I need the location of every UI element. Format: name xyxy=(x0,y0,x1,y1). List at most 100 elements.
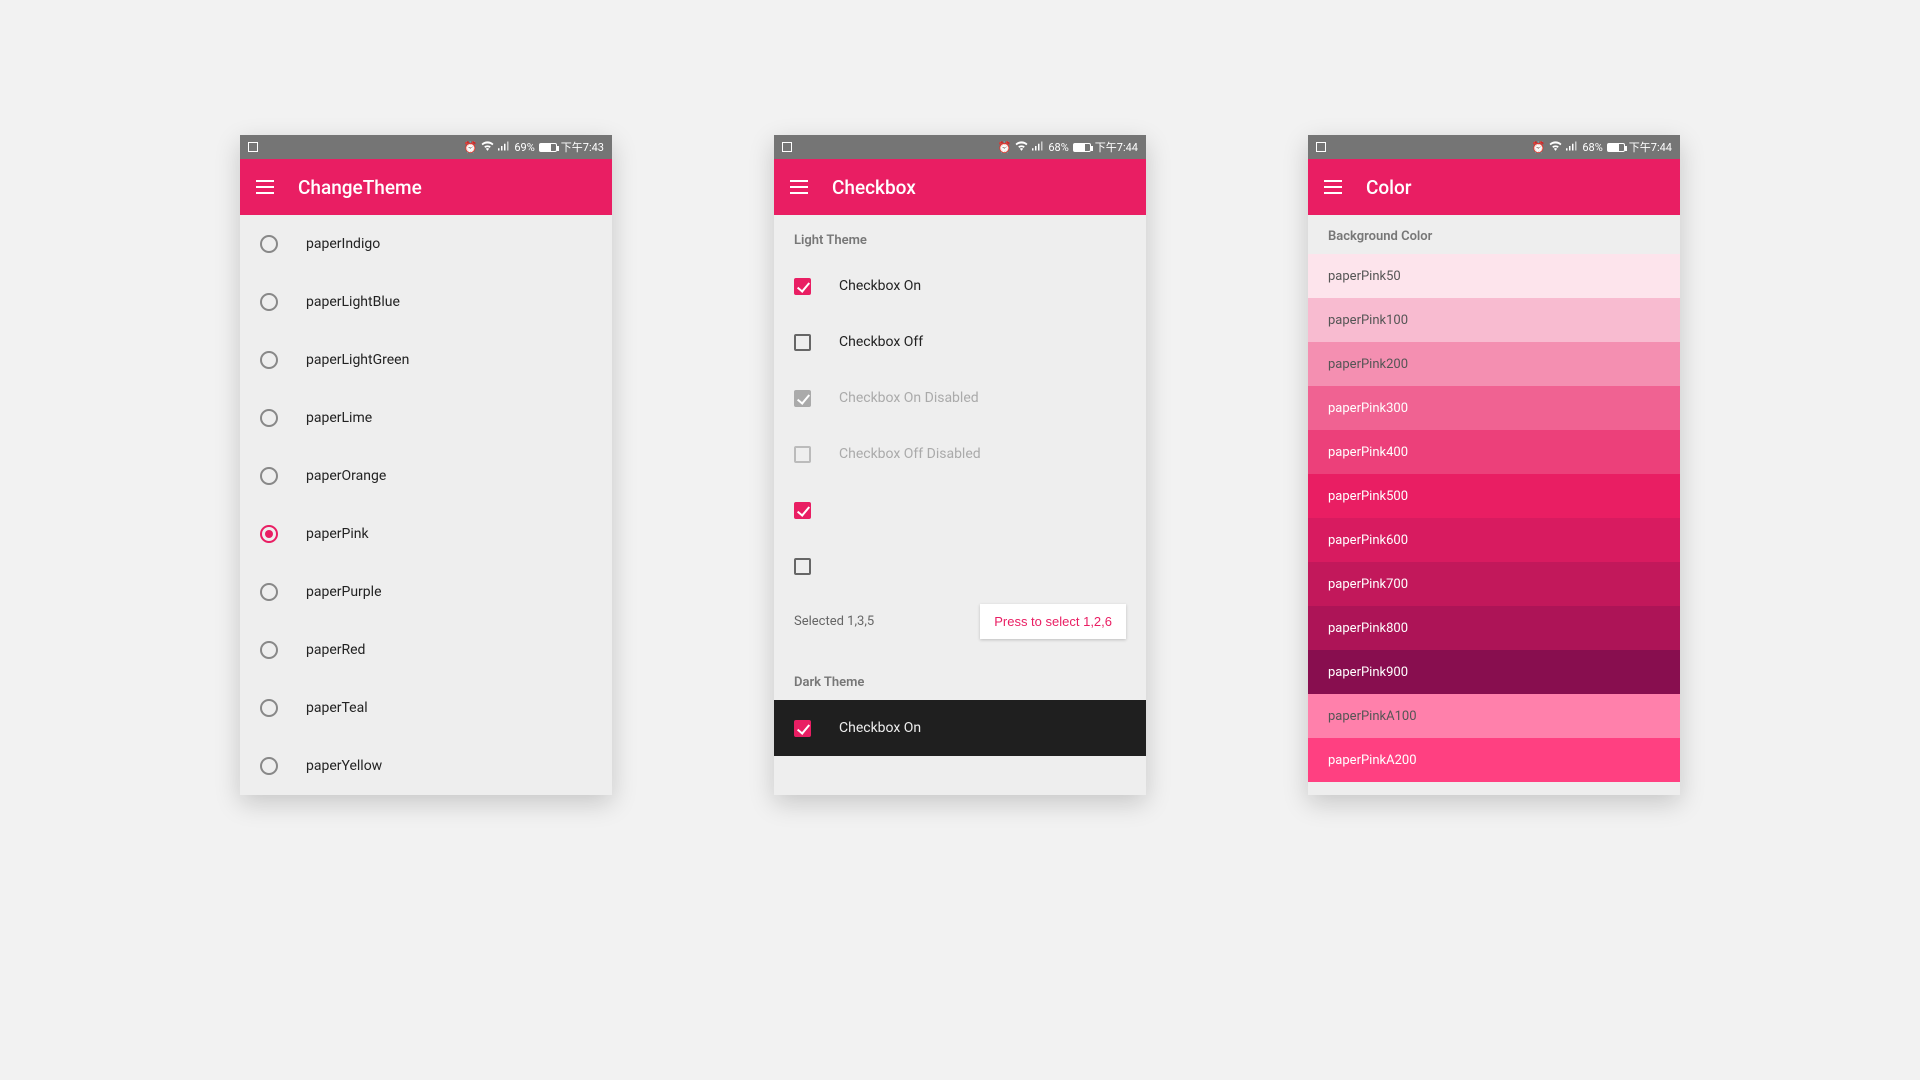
color-swatch-paperPink50[interactable]: paperPink50 xyxy=(1308,254,1680,298)
app-bar: Color xyxy=(1308,159,1680,215)
checkbox-body: Light Theme Checkbox On Checkbox Off Check… xyxy=(774,215,1146,795)
status-bar: ⏰ 68% 下午7:44 xyxy=(1308,135,1680,159)
theme-option-paperIndigo[interactable]: paperIndigo xyxy=(240,215,612,273)
status-bar: ⏰ 69% 下午7:43 xyxy=(240,135,612,159)
signal-icon xyxy=(1032,141,1044,154)
app-title: Checkbox xyxy=(832,176,916,199)
checkbox-row-4: Checkbox Off Disabled xyxy=(774,426,1146,482)
radio-icon[interactable] xyxy=(260,583,278,601)
radio-icon[interactable] xyxy=(260,641,278,659)
checkbox-label: Checkbox Off Disabled xyxy=(839,446,981,462)
app-bar: ChangeTheme xyxy=(240,159,612,215)
phone-checkbox: ⏰ 68% 下午7:44 Checkbox Light Theme Checkb… xyxy=(774,135,1146,795)
theme-option-paperOrange[interactable]: paperOrange xyxy=(240,447,612,505)
color-swatch-paperPinkA100[interactable]: paperPinkA100 xyxy=(1308,694,1680,738)
color-swatch-paperPink700[interactable]: paperPink700 xyxy=(1308,562,1680,606)
checkbox-icon[interactable] xyxy=(794,720,811,737)
checkbox-icon[interactable] xyxy=(794,334,811,351)
status-icon xyxy=(782,142,792,152)
alarm-icon: ⏰ xyxy=(1532,141,1546,154)
signal-icon xyxy=(1566,141,1578,154)
theme-option-paperTeal[interactable]: paperTeal xyxy=(240,679,612,737)
app-title: Color xyxy=(1366,176,1412,199)
wifi-icon xyxy=(1015,141,1028,154)
hamburger-icon[interactable] xyxy=(256,180,274,194)
theme-label: paperPurple xyxy=(306,584,382,600)
battery-percent: 69% xyxy=(514,141,534,154)
color-swatch-paperPink300[interactable]: paperPink300 xyxy=(1308,386,1680,430)
color-swatch-paperPinkA200[interactable]: paperPinkA200 xyxy=(1308,738,1680,782)
light-theme-header: Light Theme xyxy=(774,215,1146,258)
app-bar: Checkbox xyxy=(774,159,1146,215)
background-color-header: Background Color xyxy=(1308,215,1680,254)
radio-icon[interactable] xyxy=(260,525,278,543)
radio-icon[interactable] xyxy=(260,757,278,775)
color-body: Background Color paperPink50paperPink100… xyxy=(1308,215,1680,795)
phone-change-theme: ⏰ 69% 下午7:43 ChangeTheme paperIndigopape… xyxy=(240,135,612,795)
hamburger-icon[interactable] xyxy=(1324,180,1342,194)
color-swatch-paperPink400[interactable]: paperPink400 xyxy=(1308,430,1680,474)
dark-theme-header: Dark Theme xyxy=(774,657,1146,700)
checkbox-row-5[interactable] xyxy=(774,482,1146,538)
checkbox-icon xyxy=(794,446,811,463)
radio-icon[interactable] xyxy=(260,293,278,311)
checkbox-row-2[interactable]: Checkbox Off xyxy=(774,314,1146,370)
checkbox-icon[interactable] xyxy=(794,278,811,295)
theme-option-paperPurple[interactable]: paperPurple xyxy=(240,563,612,621)
checkbox-row-6[interactable] xyxy=(774,538,1146,594)
color-swatch-paperPink900[interactable]: paperPink900 xyxy=(1308,650,1680,694)
theme-option-paperLime[interactable]: paperLime xyxy=(240,389,612,447)
theme-option-paperRed[interactable]: paperRed xyxy=(240,621,612,679)
theme-label: paperIndigo xyxy=(306,236,380,252)
checkbox-icon xyxy=(794,390,811,407)
theme-label: paperYellow xyxy=(306,758,382,774)
checkbox-label: Checkbox On xyxy=(839,720,921,736)
checkbox-label: Checkbox On xyxy=(839,278,921,294)
wifi-icon xyxy=(1549,141,1562,154)
press-select-button[interactable]: Press to select 1,2,6 xyxy=(980,604,1126,639)
alarm-icon: ⏰ xyxy=(464,141,478,154)
phone-color: ⏰ 68% 下午7:44 Color Background Color pape… xyxy=(1308,135,1680,795)
radio-icon[interactable] xyxy=(260,351,278,369)
theme-option-paperLightBlue[interactable]: paperLightBlue xyxy=(240,273,612,331)
checkbox-row-dark[interactable]: Checkbox On xyxy=(774,700,1146,756)
color-swatch-paperPink600[interactable]: paperPink600 xyxy=(1308,518,1680,562)
radio-icon[interactable] xyxy=(260,699,278,717)
checkbox-label: Checkbox On Disabled xyxy=(839,390,979,406)
radio-icon[interactable] xyxy=(260,235,278,253)
app-title: ChangeTheme xyxy=(298,176,422,199)
theme-label: paperLime xyxy=(306,410,372,426)
color-swatch-paperPink200[interactable]: paperPink200 xyxy=(1308,342,1680,386)
theme-label: paperLightGreen xyxy=(306,352,409,368)
theme-option-paperPink[interactable]: paperPink xyxy=(240,505,612,563)
theme-label: paperLightBlue xyxy=(306,294,400,310)
alarm-icon: ⏰ xyxy=(998,141,1012,154)
theme-option-paperYellow[interactable]: paperYellow xyxy=(240,737,612,795)
theme-list: paperIndigo paperLightBlue paperLightGreen… xyxy=(240,215,612,795)
checkbox-row-1[interactable]: Checkbox On xyxy=(774,258,1146,314)
color-swatch-paperPink500[interactable]: paperPink500 xyxy=(1308,474,1680,518)
battery-percent: 68% xyxy=(1582,141,1602,154)
status-time: 下午7:43 xyxy=(561,139,604,155)
selected-summary: Selected 1,3,5 xyxy=(794,614,874,629)
status-icon xyxy=(1316,142,1326,152)
status-bar: ⏰ 68% 下午7:44 xyxy=(774,135,1146,159)
signal-icon xyxy=(498,141,510,154)
theme-option-paperLightGreen[interactable]: paperLightGreen xyxy=(240,331,612,389)
status-icon xyxy=(248,142,258,152)
wifi-icon xyxy=(481,141,494,154)
theme-label: paperRed xyxy=(306,642,365,658)
color-swatch-paperPink800[interactable]: paperPink800 xyxy=(1308,606,1680,650)
checkbox-row-3: Checkbox On Disabled xyxy=(774,370,1146,426)
status-time: 下午7:44 xyxy=(1095,139,1138,155)
checkbox-label: Checkbox Off xyxy=(839,334,923,350)
checkbox-icon[interactable] xyxy=(794,502,811,519)
battery-icon xyxy=(1607,143,1625,152)
checkbox-icon[interactable] xyxy=(794,558,811,575)
radio-icon[interactable] xyxy=(260,409,278,427)
battery-percent: 68% xyxy=(1048,141,1068,154)
color-swatch-paperPink100[interactable]: paperPink100 xyxy=(1308,298,1680,342)
battery-icon xyxy=(1073,143,1091,152)
radio-icon[interactable] xyxy=(260,467,278,485)
hamburger-icon[interactable] xyxy=(790,180,808,194)
